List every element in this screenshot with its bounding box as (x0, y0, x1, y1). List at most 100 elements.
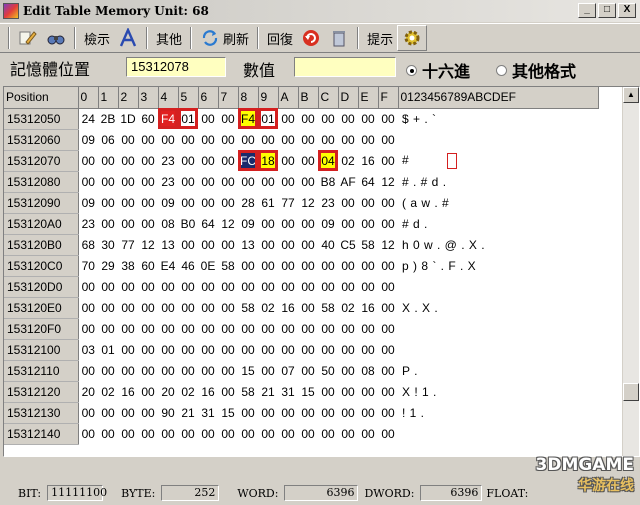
byte-cell[interactable]: 00 (258, 402, 278, 423)
byte-cell[interactable]: 03 (78, 339, 98, 360)
byte-cell[interactable]: 00 (118, 339, 138, 360)
byte-cell[interactable]: 00 (358, 213, 378, 234)
byte-cell[interactable]: 00 (218, 150, 238, 171)
byte-cell[interactable]: 00 (278, 129, 298, 150)
byte-cell[interactable]: 00 (338, 339, 358, 360)
byte-cell[interactable]: 40 (318, 234, 338, 255)
byte-cell[interactable]: 00 (298, 129, 318, 150)
byte-cell[interactable]: 00 (278, 255, 298, 276)
settings-button[interactable] (397, 25, 428, 51)
byte-cell[interactable]: 00 (318, 276, 338, 297)
byte-cell[interactable]: 16 (118, 381, 138, 402)
byte-cell[interactable]: 12 (218, 213, 238, 234)
byte-cell[interactable]: 00 (198, 129, 218, 150)
byte-cell[interactable]: 00 (258, 360, 278, 381)
byte-cell[interactable]: 00 (198, 192, 218, 213)
byte-cell[interactable]: 58 (318, 297, 338, 318)
byte-cell[interactable]: 00 (358, 339, 378, 360)
byte-cell[interactable]: 02 (258, 297, 278, 318)
refresh-button[interactable]: 刷新 (196, 25, 253, 51)
byte-cell[interactable]: 01 (258, 108, 278, 129)
byte-cell[interactable]: 00 (358, 318, 378, 339)
byte-cell[interactable]: 02 (338, 150, 358, 171)
byte-cell[interactable]: 00 (78, 297, 98, 318)
byte-cell[interactable]: 00 (178, 339, 198, 360)
byte-cell[interactable]: 00 (258, 213, 278, 234)
byte-cell[interactable]: 61 (258, 192, 278, 213)
byte-cell[interactable]: 00 (198, 108, 218, 129)
byte-cell[interactable]: 00 (378, 255, 398, 276)
byte-cell[interactable]: 00 (338, 213, 358, 234)
hex-radio-circle[interactable] (406, 64, 417, 76)
byte-cell[interactable]: 00 (198, 423, 218, 444)
show-button[interactable]: 檢示 (80, 25, 114, 51)
byte-cell[interactable]: 00 (358, 108, 378, 129)
byte-cell[interactable]: 00 (218, 234, 238, 255)
byte-cell[interactable]: 00 (218, 339, 238, 360)
hex-radio[interactable]: 十六進 (406, 58, 470, 82)
byte-cell[interactable]: 09 (238, 213, 258, 234)
byte-cell[interactable]: 00 (198, 276, 218, 297)
byte-cell[interactable]: 08 (158, 213, 178, 234)
byte-cell[interactable]: 00 (318, 402, 338, 423)
byte-cell[interactable]: 00 (358, 129, 378, 150)
byte-cell[interactable]: 00 (118, 213, 138, 234)
byte-cell[interactable]: 09 (158, 192, 178, 213)
byte-cell[interactable]: 00 (138, 360, 158, 381)
byte-cell[interactable]: E4 (158, 255, 178, 276)
byte-cell[interactable]: 00 (378, 381, 398, 402)
byte-cell[interactable]: 00 (218, 318, 238, 339)
byte-cell[interactable]: 00 (98, 318, 118, 339)
delete-button[interactable] (325, 25, 353, 51)
byte-cell[interactable]: 00 (78, 318, 98, 339)
byte-cell[interactable]: 90 (158, 402, 178, 423)
byte-cell[interactable]: 21 (258, 381, 278, 402)
byte-cell[interactable]: 02 (338, 297, 358, 318)
byte-cell[interactable]: 00 (238, 402, 258, 423)
byte-cell[interactable]: 00 (258, 423, 278, 444)
byte-cell[interactable]: 18 (258, 150, 278, 171)
byte-cell[interactable]: 68 (78, 234, 98, 255)
byte-cell[interactable]: 02 (178, 381, 198, 402)
byte-cell[interactable]: 00 (178, 150, 198, 171)
font-button[interactable] (114, 25, 142, 51)
byte-cell[interactable]: 00 (158, 423, 178, 444)
byte-cell[interactable]: 00 (138, 171, 158, 192)
byte-cell[interactable]: 00 (98, 171, 118, 192)
byte-cell[interactable]: 2B (98, 108, 118, 129)
byte-cell[interactable]: 00 (358, 402, 378, 423)
byte-cell[interactable]: 00 (358, 423, 378, 444)
byte-cell[interactable]: 00 (158, 129, 178, 150)
byte-cell[interactable]: 00 (218, 192, 238, 213)
byte-cell[interactable]: 00 (118, 318, 138, 339)
byte-cell[interactable]: 00 (338, 381, 358, 402)
byte-cell[interactable]: 00 (338, 129, 358, 150)
byte-cell[interactable]: 00 (178, 423, 198, 444)
byte-cell[interactable]: 23 (158, 150, 178, 171)
scroll-thumb[interactable] (623, 383, 639, 401)
byte-cell[interactable]: 00 (298, 213, 318, 234)
byte-cell[interactable]: 00 (238, 255, 258, 276)
byte-cell[interactable]: 00 (358, 192, 378, 213)
byte-cell[interactable]: 00 (138, 318, 158, 339)
byte-cell[interactable]: 00 (278, 108, 298, 129)
byte-cell[interactable]: 16 (278, 297, 298, 318)
byte-cell[interactable]: 00 (318, 339, 338, 360)
byte-cell[interactable]: 00 (338, 318, 358, 339)
byte-cell[interactable]: 1D (118, 108, 138, 129)
byte-cell[interactable]: 00 (358, 276, 378, 297)
byte-cell[interactable]: 00 (378, 192, 398, 213)
byte-cell[interactable]: B8 (318, 171, 338, 192)
byte-cell[interactable]: 00 (238, 129, 258, 150)
byte-cell[interactable]: 00 (78, 360, 98, 381)
byte-cell[interactable]: 00 (238, 318, 258, 339)
byte-cell[interactable]: 00 (218, 297, 238, 318)
byte-cell[interactable]: 00 (198, 360, 218, 381)
byte-cell[interactable]: 00 (118, 423, 138, 444)
find-button[interactable] (42, 25, 70, 51)
byte-cell[interactable]: 00 (118, 402, 138, 423)
byte-cell[interactable]: 00 (318, 381, 338, 402)
byte-cell[interactable]: 15 (298, 381, 318, 402)
byte-cell[interactable]: 00 (318, 423, 338, 444)
byte-cell[interactable]: 01 (98, 339, 118, 360)
